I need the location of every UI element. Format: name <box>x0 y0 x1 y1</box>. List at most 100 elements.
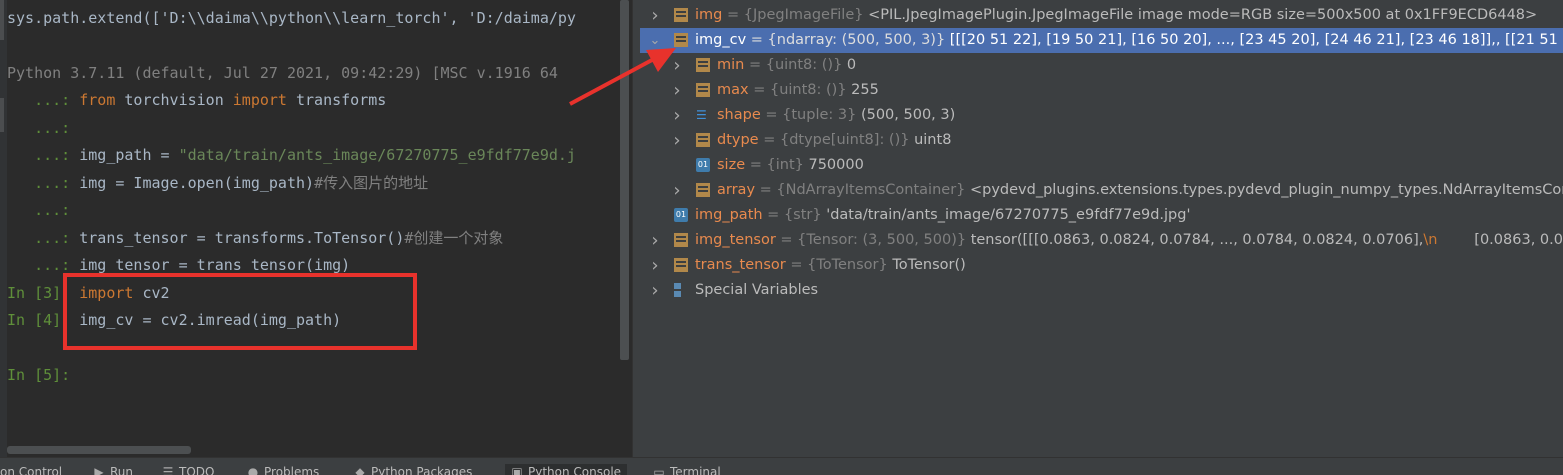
equals-sign: = <box>775 232 798 248</box>
variable-type: {ndarray: (500, 500, 3)} <box>767 32 946 48</box>
variable-type: {uint8: ()} <box>769 82 847 98</box>
console-line: ...: trans_tensor = transforms.ToTensor(… <box>7 228 503 248</box>
console-prompt: ...: <box>7 146 80 164</box>
chevron-right-icon[interactable]: › <box>648 253 662 278</box>
variable-name: min <box>717 57 745 73</box>
variables-panel[interactable]: › img = {JpegImageFile} <PIL.JpegImagePlu… <box>640 0 1563 457</box>
console-line: In [4]: img_cv = cv2.imread(img_path) <box>7 310 341 330</box>
variable-text: img_tensor = {Tensor: (3, 500, 500)} ten… <box>695 228 1563 253</box>
variable-row-min[interactable]: › min = {uint8: ()} 0 <box>640 53 1563 78</box>
variable-name: array <box>717 182 756 198</box>
console-vertical-scrollbar[interactable] <box>620 0 629 360</box>
tool-tab-terminal[interactable]: ▭ Terminal <box>653 464 720 475</box>
chevron-right-icon[interactable]: › <box>648 3 662 28</box>
tool-tab-label: Run <box>110 465 134 475</box>
variable-row-size[interactable]: 01 size = {int} 750000 <box>640 153 1563 178</box>
variable-type: {int} <box>766 157 804 173</box>
chevron-right-icon[interactable]: › <box>670 103 684 128</box>
play-icon: ▶ <box>94 465 104 475</box>
variable-name: shape <box>717 107 761 123</box>
variable-name: Special Variables <box>695 282 819 298</box>
variable-text: dtype = {dtype[uint8]: ()} uint8 <box>717 128 951 153</box>
console-prompt: ...: <box>7 91 80 109</box>
field-icon <box>696 133 710 147</box>
code-token: #传入图片的地址 <box>314 174 429 192</box>
code-token: img_path = <box>79 146 179 164</box>
variable-value: 'data/train/ants_image/67270775_e9fdf77e… <box>826 207 1191 223</box>
tool-tab-python-console[interactable]: ▣ Python Console <box>505 464 628 475</box>
console-prompt: ...: <box>7 119 80 137</box>
tool-tab-on-control[interactable]: on Control <box>0 464 62 475</box>
python-console-output[interactable]: sys.path.extend(['D:\\daima\\python\\lea… <box>0 0 632 457</box>
field-icon <box>674 33 688 47</box>
packages-icon: ◆ <box>355 465 365 475</box>
variable-name: max <box>717 82 749 98</box>
chevron-right-icon[interactable]: › <box>648 228 662 253</box>
variable-text: max = {uint8: ()} 255 <box>717 78 879 103</box>
variable-name: img_path <box>695 207 763 223</box>
variable-row-array[interactable]: › array = {NdArrayItemsContainer} <pydevd… <box>640 178 1563 203</box>
pane-splitter[interactable] <box>632 0 640 457</box>
console-prompt: In [5]: <box>7 366 80 384</box>
tool-tab-problems[interactable]: ● Problems <box>247 464 320 475</box>
variable-name: img_cv <box>695 32 747 48</box>
variable-text: size = {int} 750000 <box>717 153 864 178</box>
variable-row-special-variables[interactable]: › Special Variables <box>640 278 1563 303</box>
code-token: from <box>79 91 125 109</box>
console-icon: ▣ <box>511 465 523 475</box>
tool-tab-python-packages[interactable]: ◆ Python Packages <box>354 464 472 475</box>
console-horizontal-scrollbar[interactable] <box>7 446 191 454</box>
tool-tab-run[interactable]: ▶ Run <box>93 464 133 475</box>
variable-value: <PIL.JpegImagePlugin.JpegImageFile image… <box>868 7 1538 23</box>
variable-name: trans_tensor <box>695 257 786 273</box>
variable-text: Special Variables <box>695 278 818 303</box>
code-token: torchvision <box>124 91 233 109</box>
chevron-right-icon[interactable]: › <box>670 53 684 78</box>
console-line: ...: img_tensor = trans_tensor(img) <box>7 255 350 275</box>
console-line: In [3]: import cv2 <box>7 283 170 303</box>
int-icon: 01 <box>674 208 688 222</box>
tool-tab-label: TODO <box>179 465 215 475</box>
tuple-icon: ☰ <box>696 108 707 122</box>
code-token: trans_tensor = transforms.ToTensor() <box>79 229 405 247</box>
todo-icon: ☰ <box>162 465 174 475</box>
variable-row-dtype[interactable]: › dtype = {dtype[uint8]: ()} uint8 <box>640 128 1563 153</box>
chevron-right-icon[interactable]: › <box>670 78 684 103</box>
variable-row-max[interactable]: › max = {uint8: ()} 255 <box>640 78 1563 103</box>
code-token: img = Image.open(img_path) <box>79 174 315 192</box>
console-line: ...: <box>7 200 79 220</box>
code-token: #创建一个对象 <box>404 229 504 247</box>
variable-value: 0 <box>846 57 857 73</box>
console-line: In [5]: <box>7 365 79 385</box>
chevron-right-icon[interactable]: › <box>670 178 684 203</box>
special-icon <box>674 283 688 297</box>
code-token: cv2 <box>142 284 170 302</box>
equals-sign: = <box>748 82 770 98</box>
gutter-marker <box>0 0 4 40</box>
variable-row-img[interactable]: › img = {JpegImageFile} <PIL.JpegImagePlu… <box>640 3 1563 28</box>
variable-row-img_path[interactable]: 01 img_path = {str} 'data/train/ants_imag… <box>640 203 1563 228</box>
console-line: ...: img = Image.open(img_path)#传入图片的地址 <box>7 173 428 193</box>
variable-text: array = {NdArrayItemsContainer} <pydevd_… <box>717 178 1563 203</box>
chevron-right-icon[interactable]: › <box>670 128 684 153</box>
console-line: ...: img_path = "data/train/ants_image/6… <box>7 145 576 165</box>
console-prompt: ...: <box>7 201 80 219</box>
tool-tab-label: Problems <box>264 465 320 475</box>
chevron-down-icon[interactable]: ⌄ <box>648 28 662 53</box>
variable-value: ToTensor() <box>892 257 966 273</box>
int-icon: 01 <box>696 158 710 172</box>
variable-type: {uint8: ()} <box>765 57 843 73</box>
variable-row-img_cv[interactable]: ⌄ img_cv = {ndarray: (500, 500, 3)} [[[20… <box>640 28 1563 53</box>
variable-row-shape[interactable]: › ☰ shape = {tuple: 3} (500, 500, 3) <box>640 103 1563 128</box>
console-prompt: ...: <box>7 174 80 192</box>
chevron-right-icon[interactable]: › <box>648 278 662 303</box>
variable-text: img_path = {str} 'data/train/ants_image/… <box>695 203 1190 228</box>
variable-value-continued: [0.0863, 0.0863, 0 <box>1474 232 1563 248</box>
variable-text: min = {uint8: ()} 0 <box>717 53 856 78</box>
variable-type: {JpegImageFile} <box>743 7 864 23</box>
variable-row-img_tensor[interactable]: › img_tensor = {Tensor: (3, 500, 500)} te… <box>640 228 1563 253</box>
tool-tab-todo[interactable]: ☰ TODO <box>162 464 215 475</box>
variable-value: (500, 500, 3) <box>860 107 956 123</box>
variable-row-trans_tensor[interactable]: › trans_tensor = {ToTensor} ToTensor() <box>640 253 1563 278</box>
console-line: ...: from torchvision import transforms <box>7 90 386 110</box>
